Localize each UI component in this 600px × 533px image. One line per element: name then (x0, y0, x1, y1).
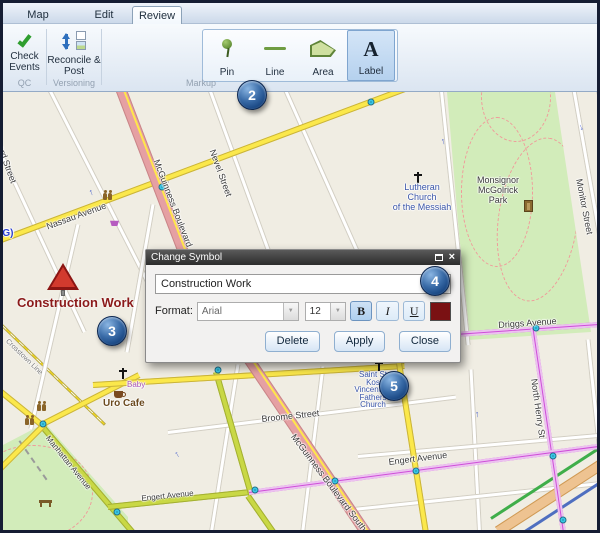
small-park-area (3, 417, 128, 533)
bold-button[interactable]: B (350, 301, 373, 321)
park-bench-icon (39, 500, 52, 503)
street (28, 224, 80, 430)
vertex-node[interactable] (551, 454, 556, 459)
vertex-node[interactable] (369, 100, 374, 105)
oneway-arrow-icon: ↑ (173, 449, 181, 459)
pedestrian-icon (108, 193, 112, 200)
font-size-select[interactable]: 12 ▼ (305, 302, 346, 321)
church-cross-icon (122, 368, 124, 379)
area-icon (310, 30, 336, 67)
dropdown-arrow-icon[interactable]: ▼ (283, 303, 298, 320)
construction-work-label[interactable]: Construction Work (17, 295, 134, 310)
dialog-title-bar[interactable]: Change Symbol × (146, 250, 460, 265)
close-button[interactable]: Close (399, 331, 451, 352)
label-label: Label (359, 66, 383, 77)
construction-marker[interactable] (47, 263, 79, 290)
callout-badge-2: 2 (237, 80, 267, 110)
check-events-label: Check Events (3, 51, 46, 73)
group-label-markup: Markup (102, 77, 300, 90)
font-size-value: 12 (306, 306, 330, 317)
line-button[interactable]: Line (251, 30, 299, 81)
format-label: Format: (155, 305, 193, 317)
tab-edit[interactable]: Edit (79, 6, 129, 24)
markup-panel: Pin Line Area A Label (202, 29, 398, 82)
park-monument-icon (524, 200, 533, 212)
callout-badge-4: 4 (420, 266, 450, 296)
vertex-node[interactable] (115, 510, 120, 515)
cafe-cup-icon (114, 391, 123, 398)
ribbon-group-versioning: Reconcile & Post Versioning (47, 26, 101, 90)
pedestrian-icon (37, 404, 41, 411)
reconcile-post-button[interactable]: Reconcile & Post (47, 26, 101, 77)
area-button[interactable]: Area (299, 30, 347, 81)
close-icon[interactable]: × (449, 252, 455, 263)
label-a-icon: A (363, 31, 378, 66)
dialog-body: Format: Arial ▼ 12 ▼ B I U Delete Apply … (146, 265, 460, 362)
pedestrian-icon (30, 418, 34, 425)
underline-button[interactable]: U (403, 301, 426, 321)
vertex-node[interactable] (414, 469, 419, 474)
reconcile-post-label: Reconcile & Post (47, 55, 101, 77)
vertex-node[interactable] (561, 518, 566, 523)
symbol-text-input[interactable] (155, 274, 451, 294)
callout-badge-5: 5 (379, 371, 409, 401)
dialog-buttons-row: Delete Apply Close (155, 331, 451, 352)
format-row: Format: Arial ▼ 12 ▼ B I U (155, 301, 451, 321)
italic-button[interactable]: I (376, 301, 399, 321)
pin-button[interactable]: Pin (203, 30, 251, 81)
line-icon (264, 30, 286, 67)
group-label-qc: QC (3, 77, 46, 90)
street-label-leonard: ard Street (3, 144, 19, 185)
subway-g-label: (G) (3, 228, 13, 239)
street (596, 92, 597, 215)
font-family-select[interactable]: Arial ▼ (197, 302, 299, 321)
ribbon-group-markup: Pin Line Area A Label Markup (102, 26, 300, 90)
mcgolrick-park-label: MonsignorMcGolrickPark (473, 175, 523, 205)
lutheran-church-label: LutheranChurchof the Messiah (383, 182, 461, 212)
delete-button[interactable]: Delete (265, 331, 321, 352)
oneway-arrow-icon: ↑ (474, 410, 480, 420)
maximize-icon[interactable] (435, 254, 443, 261)
vertex-node[interactable] (216, 368, 221, 373)
tab-review[interactable]: Review (132, 6, 182, 24)
green-check-icon (17, 32, 31, 47)
change-symbol-dialog: Change Symbol × Format: Arial ▼ 12 ▼ B I… (145, 249, 461, 363)
oneway-arrow-icon: ↑ (88, 188, 95, 198)
ribbon: Check Events QC Reconcile & Post Version… (3, 24, 597, 92)
reconcile-icon (59, 31, 89, 53)
vertex-node[interactable] (41, 422, 46, 427)
pedestrian-icon (103, 193, 107, 200)
pedestrian-icon (25, 418, 29, 425)
uro-cafe-label: Uro Cafe (103, 398, 145, 409)
group-label-versioning: Versioning (47, 77, 101, 90)
ribbon-group-qc: Check Events QC (3, 26, 46, 90)
pin-icon (221, 30, 233, 67)
vertex-node[interactable] (253, 488, 258, 493)
apply-button[interactable]: Apply (334, 331, 386, 352)
ribbon-tab-bar: Map Edit Review (3, 3, 597, 24)
dialog-title: Change Symbol (151, 252, 435, 263)
font-family-value: Arial (198, 306, 283, 317)
road-green (246, 494, 297, 533)
dropdown-arrow-icon[interactable]: ▼ (330, 303, 345, 320)
callout-badge-3: 3 (97, 316, 127, 346)
street (469, 369, 483, 533)
baby-shop-label: Baby (127, 380, 145, 389)
check-events-button[interactable]: Check Events (3, 26, 46, 77)
area-label: Area (312, 67, 333, 78)
app-window: Map Edit Review Check Events QC Reconcil… (0, 0, 600, 533)
tab-map[interactable]: Map (13, 6, 63, 24)
label-button[interactable]: A Label (347, 30, 395, 81)
pedestrian-icon (42, 404, 46, 411)
color-swatch[interactable] (430, 302, 451, 321)
